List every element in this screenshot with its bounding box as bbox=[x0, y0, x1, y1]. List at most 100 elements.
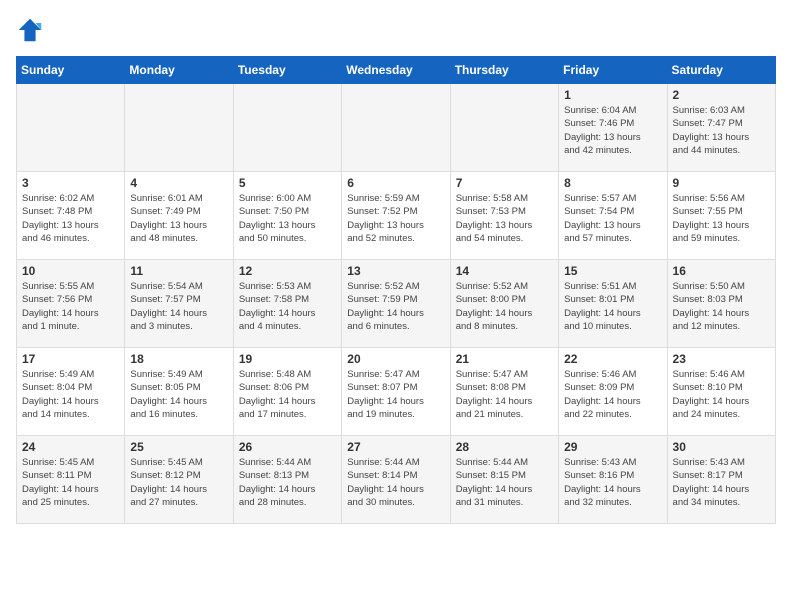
calendar-cell: 23 Sunrise: 5:46 AMSunset: 8:10 PMDayligh… bbox=[667, 348, 775, 436]
day-number: 6 bbox=[347, 176, 444, 190]
calendar-week-5: 24 Sunrise: 5:45 AMSunset: 8:11 PMDayligh… bbox=[17, 436, 776, 524]
day-info: Sunrise: 6:00 AMSunset: 7:50 PMDaylight:… bbox=[239, 192, 336, 245]
day-number: 10 bbox=[22, 264, 119, 278]
day-number: 21 bbox=[456, 352, 553, 366]
day-number: 20 bbox=[347, 352, 444, 366]
day-number: 25 bbox=[130, 440, 227, 454]
header-monday: Monday bbox=[125, 57, 233, 84]
day-number: 23 bbox=[673, 352, 770, 366]
day-info: Sunrise: 5:47 AMSunset: 8:07 PMDaylight:… bbox=[347, 368, 444, 421]
day-info: Sunrise: 5:44 AMSunset: 8:15 PMDaylight:… bbox=[456, 456, 553, 509]
calendar-cell: 1 Sunrise: 6:04 AMSunset: 7:46 PMDaylight… bbox=[559, 84, 667, 172]
calendar-cell: 9Sunrise: 5:56 AMSunset: 7:55 PMDaylight… bbox=[667, 172, 775, 260]
day-number: 18 bbox=[130, 352, 227, 366]
day-info: Sunrise: 5:51 AMSunset: 8:01 PMDaylight:… bbox=[564, 280, 661, 333]
calendar-cell bbox=[342, 84, 450, 172]
logo bbox=[16, 16, 48, 44]
calendar-cell: 24 Sunrise: 5:45 AMSunset: 8:11 PMDayligh… bbox=[17, 436, 125, 524]
day-number: 17 bbox=[22, 352, 119, 366]
calendar-cell: 27 Sunrise: 5:44 AMSunset: 8:14 PMDayligh… bbox=[342, 436, 450, 524]
calendar-cell: 8 Sunrise: 5:57 AMSunset: 7:54 PMDaylight… bbox=[559, 172, 667, 260]
calendar-cell: 6 Sunrise: 5:59 AMSunset: 7:52 PMDaylight… bbox=[342, 172, 450, 260]
day-info: Sunrise: 5:46 AMSunset: 8:09 PMDaylight:… bbox=[564, 368, 661, 421]
day-number: 8 bbox=[564, 176, 661, 190]
calendar-cell: 12 Sunrise: 5:53 AMSunset: 7:58 PMDayligh… bbox=[233, 260, 341, 348]
day-number: 29 bbox=[564, 440, 661, 454]
header-friday: Friday bbox=[559, 57, 667, 84]
day-info: Sunrise: 5:57 AMSunset: 7:54 PMDaylight:… bbox=[564, 192, 661, 245]
day-info: Sunrise: 6:03 AMSunset: 7:47 PMDaylight:… bbox=[673, 104, 770, 157]
logo-icon bbox=[16, 16, 44, 44]
calendar-cell: 15 Sunrise: 5:51 AMSunset: 8:01 PMDayligh… bbox=[559, 260, 667, 348]
day-number: 15 bbox=[564, 264, 661, 278]
day-info: Sunrise: 5:58 AMSunset: 7:53 PMDaylight:… bbox=[456, 192, 553, 245]
day-number: 16 bbox=[673, 264, 770, 278]
day-info: Sunrise: 5:46 AMSunset: 8:10 PMDaylight:… bbox=[673, 368, 770, 421]
day-info: Sunrise: 5:45 AMSunset: 8:11 PMDaylight:… bbox=[22, 456, 119, 509]
page-header bbox=[16, 16, 776, 44]
day-info: Sunrise: 5:52 AMSunset: 8:00 PMDaylight:… bbox=[456, 280, 553, 333]
calendar-cell: 10 Sunrise: 5:55 AMSunset: 7:56 PMDayligh… bbox=[17, 260, 125, 348]
day-info: Sunrise: 5:44 AMSunset: 8:13 PMDaylight:… bbox=[239, 456, 336, 509]
day-info: Sunrise: 6:02 AMSunset: 7:48 PMDaylight:… bbox=[22, 192, 119, 245]
calendar-cell: 29 Sunrise: 5:43 AMSunset: 8:16 PMDayligh… bbox=[559, 436, 667, 524]
calendar-cell: 28 Sunrise: 5:44 AMSunset: 8:15 PMDayligh… bbox=[450, 436, 558, 524]
day-number: 26 bbox=[239, 440, 336, 454]
day-number: 4 bbox=[130, 176, 227, 190]
calendar-cell: 13 Sunrise: 5:52 AMSunset: 7:59 PMDayligh… bbox=[342, 260, 450, 348]
calendar-cell bbox=[233, 84, 341, 172]
day-number: 11 bbox=[130, 264, 227, 278]
day-number: 1 bbox=[564, 88, 661, 102]
header-thursday: Thursday bbox=[450, 57, 558, 84]
day-number: 27 bbox=[347, 440, 444, 454]
calendar-week-3: 10 Sunrise: 5:55 AMSunset: 7:56 PMDayligh… bbox=[17, 260, 776, 348]
calendar-cell: 4Sunrise: 6:01 AMSunset: 7:49 PMDaylight… bbox=[125, 172, 233, 260]
calendar-cell: 25 Sunrise: 5:45 AMSunset: 8:12 PMDayligh… bbox=[125, 436, 233, 524]
calendar-cell: 14 Sunrise: 5:52 AMSunset: 8:00 PMDayligh… bbox=[450, 260, 558, 348]
calendar-cell: 3Sunrise: 6:02 AMSunset: 7:48 PMDaylight… bbox=[17, 172, 125, 260]
calendar-cell: 21 Sunrise: 5:47 AMSunset: 8:08 PMDayligh… bbox=[450, 348, 558, 436]
day-info: Sunrise: 5:47 AMSunset: 8:08 PMDaylight:… bbox=[456, 368, 553, 421]
calendar-cell: 18 Sunrise: 5:49 AMSunset: 8:05 PMDayligh… bbox=[125, 348, 233, 436]
day-info: Sunrise: 5:55 AMSunset: 7:56 PMDaylight:… bbox=[22, 280, 119, 333]
day-info: Sunrise: 5:43 AMSunset: 8:16 PMDaylight:… bbox=[564, 456, 661, 509]
header-saturday: Saturday bbox=[667, 57, 775, 84]
day-number: 24 bbox=[22, 440, 119, 454]
day-number: 5 bbox=[239, 176, 336, 190]
calendar-cell: 2 Sunrise: 6:03 AMSunset: 7:47 PMDaylight… bbox=[667, 84, 775, 172]
day-info: Sunrise: 5:43 AMSunset: 8:17 PMDaylight:… bbox=[673, 456, 770, 509]
day-number: 28 bbox=[456, 440, 553, 454]
calendar-cell: 22Sunrise: 5:46 AMSunset: 8:09 PMDayligh… bbox=[559, 348, 667, 436]
day-info: Sunrise: 5:52 AMSunset: 7:59 PMDaylight:… bbox=[347, 280, 444, 333]
calendar-cell bbox=[17, 84, 125, 172]
day-info: Sunrise: 5:49 AMSunset: 8:05 PMDaylight:… bbox=[130, 368, 227, 421]
header-tuesday: Tuesday bbox=[233, 57, 341, 84]
day-info: Sunrise: 5:56 AMSunset: 7:55 PMDaylight:… bbox=[673, 192, 770, 245]
day-info: Sunrise: 5:59 AMSunset: 7:52 PMDaylight:… bbox=[347, 192, 444, 245]
day-number: 14 bbox=[456, 264, 553, 278]
calendar-cell: 26 Sunrise: 5:44 AMSunset: 8:13 PMDayligh… bbox=[233, 436, 341, 524]
day-number: 7 bbox=[456, 176, 553, 190]
day-info: Sunrise: 5:53 AMSunset: 7:58 PMDaylight:… bbox=[239, 280, 336, 333]
calendar-cell: 17 Sunrise: 5:49 AMSunset: 8:04 PMDayligh… bbox=[17, 348, 125, 436]
calendar-cell bbox=[450, 84, 558, 172]
day-number: 19 bbox=[239, 352, 336, 366]
day-info: Sunrise: 6:04 AMSunset: 7:46 PMDaylight:… bbox=[564, 104, 661, 157]
calendar-cell: 11 Sunrise: 5:54 AMSunset: 7:57 PMDayligh… bbox=[125, 260, 233, 348]
calendar-cell: 20 Sunrise: 5:47 AMSunset: 8:07 PMDayligh… bbox=[342, 348, 450, 436]
day-info: Sunrise: 5:49 AMSunset: 8:04 PMDaylight:… bbox=[22, 368, 119, 421]
day-info: Sunrise: 5:44 AMSunset: 8:14 PMDaylight:… bbox=[347, 456, 444, 509]
day-number: 13 bbox=[347, 264, 444, 278]
calendar-cell bbox=[125, 84, 233, 172]
calendar-cell: 16Sunrise: 5:50 AMSunset: 8:03 PMDayligh… bbox=[667, 260, 775, 348]
day-number: 30 bbox=[673, 440, 770, 454]
day-info: Sunrise: 5:54 AMSunset: 7:57 PMDaylight:… bbox=[130, 280, 227, 333]
calendar-cell: 19 Sunrise: 5:48 AMSunset: 8:06 PMDayligh… bbox=[233, 348, 341, 436]
calendar-cell: 7 Sunrise: 5:58 AMSunset: 7:53 PMDaylight… bbox=[450, 172, 558, 260]
day-info: Sunrise: 5:45 AMSunset: 8:12 PMDaylight:… bbox=[130, 456, 227, 509]
day-number: 2 bbox=[673, 88, 770, 102]
calendar-week-2: 3Sunrise: 6:02 AMSunset: 7:48 PMDaylight… bbox=[17, 172, 776, 260]
calendar-cell: 30 Sunrise: 5:43 AMSunset: 8:17 PMDayligh… bbox=[667, 436, 775, 524]
day-number: 12 bbox=[239, 264, 336, 278]
day-info: Sunrise: 5:48 AMSunset: 8:06 PMDaylight:… bbox=[239, 368, 336, 421]
